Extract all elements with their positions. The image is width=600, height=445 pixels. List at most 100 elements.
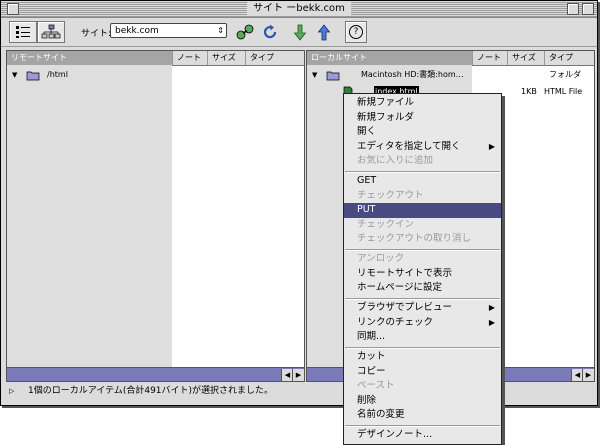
menu-item-check-links[interactable]: リンクのチェック ▶ bbox=[344, 316, 501, 331]
menu-item-unlock: アンロック bbox=[344, 252, 501, 267]
site-label: サイト: bbox=[81, 29, 112, 39]
menu-item-paste: ペースト bbox=[344, 379, 501, 394]
menu-item-label: チェックアウトの取り消し bbox=[357, 233, 472, 244]
list-item[interactable]: ▼ /html bbox=[7, 67, 304, 83]
menu-item-label: リンクのチェック bbox=[357, 316, 434, 328]
menu-separator bbox=[345, 249, 500, 251]
site-window: サイト ーbekk.com サイト: bekk.com ⇕ ? リモートサイト … bbox=[0, 0, 598, 406]
menu-item-get[interactable]: GET bbox=[344, 174, 501, 189]
site-select[interactable]: bekk.com ⇕ bbox=[110, 23, 227, 38]
disclosure-triangle-icon[interactable]: ▼ bbox=[12, 67, 17, 83]
local-folder-type: フォルダ bbox=[549, 70, 581, 79]
window-title: サイト ーbekk.com bbox=[247, 2, 351, 16]
menu-item-undo-check-out: チェックアウトの取り消し bbox=[344, 232, 501, 247]
menu-separator bbox=[345, 298, 500, 300]
close-box[interactable] bbox=[7, 3, 19, 15]
menu-item-label: 削除 bbox=[357, 394, 377, 406]
remote-horizontal-scrollbar[interactable]: ◀ ▶ bbox=[7, 367, 304, 381]
menu-separator bbox=[345, 171, 500, 173]
submenu-arrow-icon: ▶ bbox=[488, 317, 495, 327]
menu-item-label: お気に入りに追加 bbox=[357, 155, 434, 166]
remote-column-header: リモートサイト ノート サイズ タイプ bbox=[7, 51, 304, 66]
connect-icon bbox=[236, 24, 254, 40]
menu-item-label: PUT bbox=[357, 204, 376, 215]
scroll-right-icon[interactable]: ▶ bbox=[582, 369, 594, 381]
menu-item-label: 同期... bbox=[357, 331, 386, 342]
folder-icon bbox=[326, 71, 340, 81]
status-disclosure-icon[interactable]: ▷ bbox=[9, 383, 14, 400]
local-column-header: ローカルサイト ノート サイズ タイプ bbox=[307, 51, 594, 66]
menu-item-set-as-home-page[interactable]: ホームページに設定 bbox=[344, 281, 501, 296]
column-type[interactable]: タイプ bbox=[245, 51, 304, 65]
menu-item-put[interactable]: PUT bbox=[344, 203, 501, 218]
menu-item-label: リモートサイトで表示 bbox=[357, 267, 453, 279]
menu-item-label: 開く bbox=[357, 126, 377, 137]
collapse-box[interactable] bbox=[582, 3, 594, 15]
menu-item-show-on-remote[interactable]: リモートサイトで表示 bbox=[344, 267, 501, 282]
status-bar: ▷ 1個のローカルアイテム(合計491バイト)が選択されました。 bbox=[6, 383, 594, 400]
menu-item-label: デザインノート... bbox=[357, 429, 433, 440]
menu-item-open-with-editor[interactable]: エディタを指定して開く ▶ bbox=[344, 140, 501, 155]
refresh-icon bbox=[263, 24, 277, 39]
menu-item-label: ホームページに設定 bbox=[357, 282, 443, 293]
list-item[interactable]: ▼ Macintosh HD:書類:hom… フォルダ bbox=[307, 67, 594, 83]
list-view-icon bbox=[16, 26, 30, 38]
column-remote-site[interactable]: リモートサイト bbox=[7, 51, 172, 65]
submenu-arrow-icon: ▶ bbox=[488, 303, 495, 312]
menu-item-label: アンロック bbox=[357, 253, 405, 264]
put-button[interactable] bbox=[316, 23, 332, 41]
menu-item-label: カット bbox=[357, 351, 386, 362]
column-type[interactable]: タイプ bbox=[544, 51, 594, 65]
menu-item-cut[interactable]: カット bbox=[344, 350, 501, 365]
menu-item-add-to-favorites: お気に入りに追加 bbox=[344, 154, 501, 169]
scroll-right-icon[interactable]: ▶ bbox=[292, 369, 304, 381]
disclosure-triangle-icon[interactable]: ▼ bbox=[312, 67, 317, 83]
menu-item-label: チェックアウト bbox=[357, 189, 424, 201]
menu-item-label: コピー bbox=[357, 365, 386, 377]
menu-item-label: 新規ファイル bbox=[357, 97, 415, 108]
menu-item-synchronize[interactable]: 同期... bbox=[344, 330, 501, 345]
menu-item-label: エディタを指定して開く bbox=[357, 140, 461, 152]
local-file-size: 1KB bbox=[521, 87, 537, 96]
put-arrow-icon bbox=[317, 23, 331, 40]
menu-separator bbox=[345, 425, 500, 427]
get-arrow-icon bbox=[293, 24, 307, 41]
menu-item-copy[interactable]: コピー bbox=[344, 365, 501, 380]
name-column-shade bbox=[7, 65, 172, 367]
site-map-icon bbox=[41, 24, 61, 39]
connect-button[interactable] bbox=[235, 23, 255, 41]
help-icon: ? bbox=[349, 25, 363, 39]
menu-item-label: チェックイン bbox=[357, 218, 415, 230]
list-view-button[interactable] bbox=[9, 21, 37, 43]
column-size[interactable]: サイズ bbox=[507, 51, 544, 65]
submenu-arrow-icon: ▶ bbox=[488, 141, 495, 151]
zoom-box[interactable] bbox=[567, 3, 579, 15]
menu-item-open[interactable]: 開く bbox=[344, 125, 501, 140]
menu-item-new-file[interactable]: 新規ファイル bbox=[344, 96, 501, 111]
menu-item-label: ブラウザでプレビュー bbox=[357, 302, 453, 313]
title-bar[interactable]: サイト ーbekk.com bbox=[1, 1, 597, 18]
status-text: 1個のローカルアイテム(合計491バイト)が選択されました。 bbox=[28, 386, 274, 396]
menu-item-rename[interactable]: 名前の変更 bbox=[344, 408, 501, 423]
menu-item-preview-in-browser[interactable]: ブラウザでプレビュー ▶ bbox=[344, 301, 501, 316]
menu-item-label: GET bbox=[357, 175, 377, 186]
menu-item-label: 新規フォルダ bbox=[357, 111, 415, 123]
refresh-button[interactable] bbox=[261, 23, 279, 41]
chevron-updown-icon: ⇕ bbox=[217, 26, 224, 35]
remote-folder-name: /html bbox=[47, 70, 68, 79]
help-button[interactable]: ? bbox=[345, 21, 367, 43]
column-local-site[interactable]: ローカルサイト bbox=[307, 51, 472, 65]
column-size[interactable]: サイズ bbox=[207, 51, 245, 65]
column-note[interactable]: ノート bbox=[172, 51, 207, 65]
site-select-value: bekk.com bbox=[115, 26, 159, 36]
context-menu: 新規ファイル 新規フォルダ 開く エディタを指定して開く ▶ お気に入りに追加 G… bbox=[343, 93, 502, 445]
site-map-button[interactable] bbox=[37, 21, 65, 43]
menu-item-delete[interactable]: 削除 bbox=[344, 394, 501, 409]
local-file-type: HTML File bbox=[544, 87, 583, 96]
menu-item-new-folder[interactable]: 新規フォルダ bbox=[344, 111, 501, 126]
get-button[interactable] bbox=[292, 23, 308, 41]
column-note[interactable]: ノート bbox=[472, 51, 507, 65]
menu-item-design-notes[interactable]: デザインノート... bbox=[344, 428, 501, 443]
menu-item-check-in: チェックイン bbox=[344, 218, 501, 233]
toolbar: サイト: bekk.com ⇕ ? bbox=[1, 18, 597, 47]
